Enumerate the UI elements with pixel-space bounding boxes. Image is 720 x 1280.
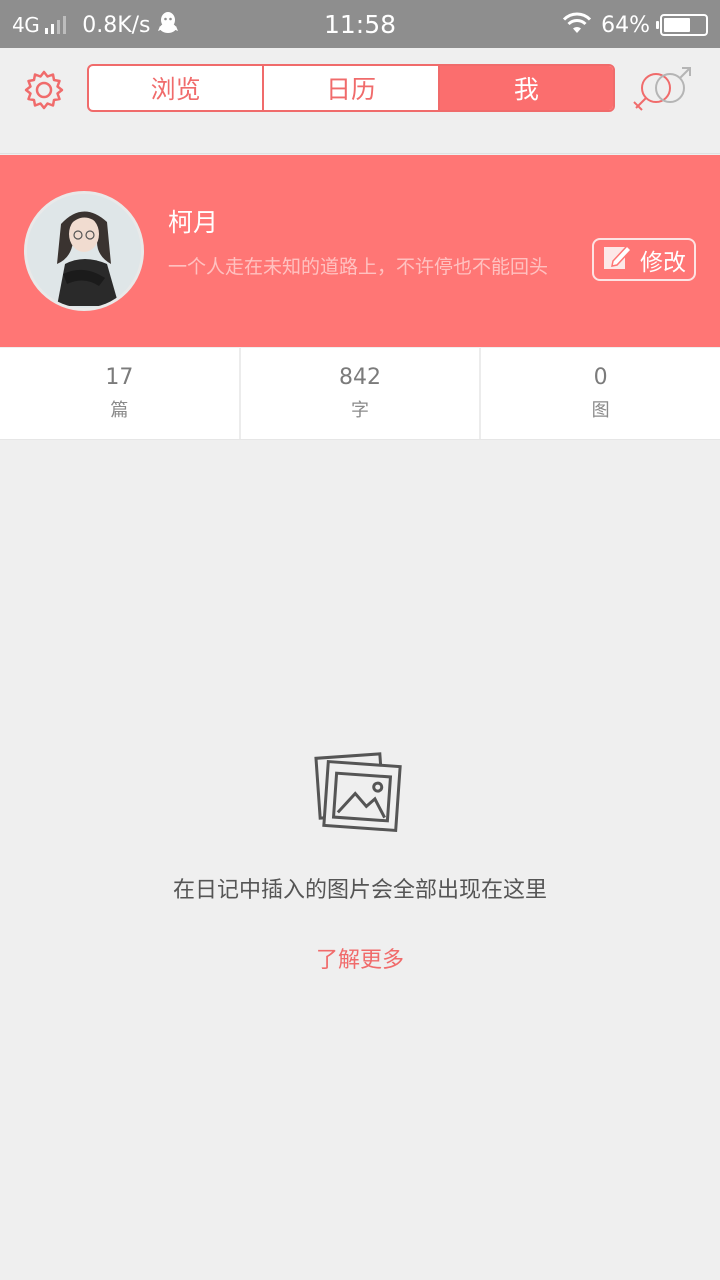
edit-label: 修改 bbox=[640, 249, 686, 276]
status-bar: 4G 0.8K/s 11:58 64% bbox=[0, 0, 720, 48]
top-bar: 浏览 日历 我 bbox=[0, 48, 720, 154]
profile-bio: 一个人走在未知的道路上，不许停也不能回头 bbox=[168, 256, 549, 278]
status-right: 64% bbox=[561, 10, 708, 40]
stat-label: 篇 bbox=[110, 399, 129, 421]
wifi-icon bbox=[561, 11, 593, 39]
empty-state-message: 在日记中插入的图片会全部出现在这里 bbox=[172, 878, 547, 903]
stat-label: 字 bbox=[351, 399, 369, 421]
stat-value: 842 bbox=[339, 364, 381, 390]
stat-words[interactable]: 842 字 bbox=[238, 348, 480, 439]
stats-bar: 17 篇 842 字 0 图 bbox=[0, 348, 720, 440]
stat-images[interactable]: 0 图 bbox=[479, 348, 720, 439]
stat-value: 0 bbox=[593, 364, 608, 390]
tab-calendar[interactable]: 日历 bbox=[262, 66, 437, 110]
main-tabs: 浏览 日历 我 bbox=[87, 64, 615, 112]
profile-card: 柯月 一个人走在未知的道路上，不许停也不能回头 修改 bbox=[0, 155, 720, 347]
stat-label: 图 bbox=[591, 399, 610, 421]
gear-icon[interactable] bbox=[22, 68, 66, 112]
edit-profile-button[interactable]: 修改 bbox=[592, 238, 696, 281]
edit-icon bbox=[602, 243, 633, 277]
stat-entries[interactable]: 17 篇 bbox=[0, 348, 239, 439]
battery-percent: 64% bbox=[601, 12, 650, 38]
tab-me[interactable]: 我 bbox=[437, 66, 613, 110]
battery-icon bbox=[656, 14, 708, 36]
profile-name: 柯月 bbox=[168, 208, 219, 237]
gender-icon[interactable] bbox=[632, 64, 696, 114]
avatar[interactable] bbox=[24, 191, 144, 311]
stat-value: 17 bbox=[105, 364, 134, 390]
learn-more-link[interactable]: 了解更多 bbox=[0, 942, 720, 974]
tab-browse[interactable]: 浏览 bbox=[89, 66, 262, 110]
photos-icon bbox=[310, 748, 410, 844]
